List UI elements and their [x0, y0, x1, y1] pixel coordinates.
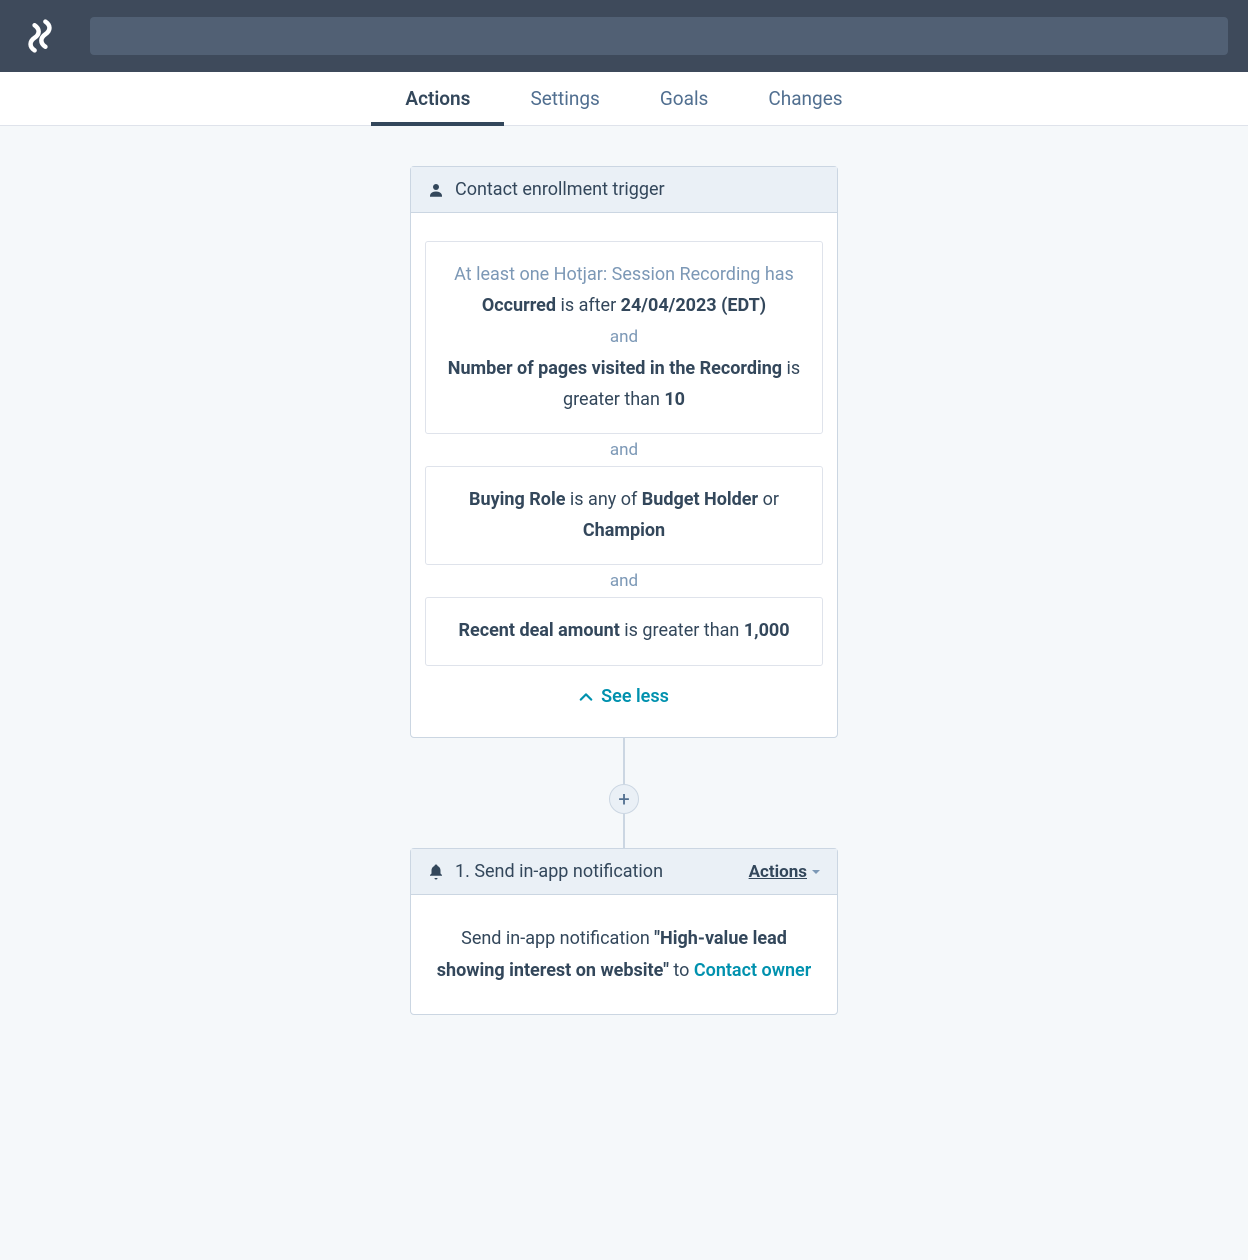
action-card-body: Send in-app notification "High-value lea…	[411, 895, 837, 1014]
action-body-to: to	[669, 960, 694, 981]
criteria-op-4: is greater than	[620, 620, 744, 641]
bell-icon	[427, 863, 445, 881]
criteria-outer-and-2: and	[425, 565, 823, 597]
criteria-line-2: Number of pages visited in the Recording…	[442, 354, 806, 415]
app-logo-icon	[20, 16, 60, 56]
search-input[interactable]	[90, 17, 1228, 55]
action-card-header: 1. Send in-app notification Actions	[411, 849, 837, 895]
action-card-1[interactable]: 1. Send in-app notification Actions Send…	[410, 848, 838, 1015]
trigger-card-body: At least one Hotjar: Session Recording h…	[411, 213, 837, 737]
criteria-intro: At least one Hotjar: Session Recording h…	[442, 260, 806, 291]
criteria-op-1: is after	[556, 295, 621, 316]
trigger-card-header: Contact enrollment trigger	[411, 167, 837, 213]
enrollment-trigger-card[interactable]: Contact enrollment trigger At least one …	[410, 166, 838, 738]
tab-settings[interactable]: Settings	[530, 72, 599, 125]
action-title: 1. Send in-app notification	[455, 861, 663, 882]
tab-goals[interactable]: Goals	[660, 72, 709, 125]
action-menu-button[interactable]: Actions	[749, 862, 821, 882]
tab-changes[interactable]: Changes	[768, 72, 842, 125]
criteria-condition-4[interactable]: Recent deal amount is greater than 1,000	[425, 597, 823, 666]
criteria-prop-2: Number of pages visited in the Recording	[448, 358, 782, 379]
connector: +	[609, 738, 639, 848]
criteria-op-3: is any of	[565, 489, 641, 510]
tab-actions[interactable]: Actions	[405, 72, 470, 125]
criteria-outer-and-1: and	[425, 434, 823, 466]
topbar	[0, 0, 1248, 72]
criteria-inner-and: and	[442, 321, 806, 354]
criteria-val-1: 24/04/2023 (EDT)	[621, 295, 766, 316]
add-action-button[interactable]: +	[609, 784, 639, 814]
plus-icon: +	[618, 789, 629, 809]
contact-owner-link[interactable]: Contact owner	[694, 960, 811, 981]
criteria-val-3a: Budget Holder	[642, 489, 758, 510]
criteria-val-4: 1,000	[744, 620, 790, 641]
criteria-group: At least one Hotjar: Session Recording h…	[425, 241, 823, 666]
workflow-canvas: Contact enrollment trigger At least one …	[0, 126, 1248, 1075]
connector-line-top	[623, 738, 625, 784]
criteria-line-3: Buying Role is any of Budget Holder or C…	[442, 485, 806, 546]
criteria-val-3b: Champion	[583, 520, 665, 541]
contact-icon	[427, 181, 445, 199]
criteria-condition-1: At least one Hotjar: Session Recording h…	[426, 242, 822, 433]
action-body-pre: Send in-app notification	[461, 928, 654, 949]
caret-down-icon	[811, 867, 821, 877]
criteria-prop-3: Buying Role	[469, 489, 565, 510]
connector-line-bottom	[623, 814, 625, 848]
trigger-title: Contact enrollment trigger	[455, 179, 665, 200]
chevron-up-icon	[579, 690, 593, 704]
criteria-or-3: or	[758, 489, 779, 510]
criteria-line-4: Recent deal amount is greater than 1,000	[442, 616, 806, 647]
criteria-prop-4: Recent deal amount	[458, 620, 619, 641]
tabbar: Actions Settings Goals Changes	[0, 72, 1248, 126]
see-less-label: See less	[601, 686, 669, 707]
criteria-subgroup-1[interactable]: At least one Hotjar: Session Recording h…	[425, 241, 823, 434]
see-less-toggle[interactable]: See less	[425, 686, 823, 707]
criteria-val-2: 10	[664, 389, 685, 410]
action-menu-label: Actions	[749, 862, 807, 882]
criteria-line-1: Occurred is after 24/04/2023 (EDT)	[442, 291, 806, 322]
criteria-condition-3[interactable]: Buying Role is any of Budget Holder or C…	[425, 466, 823, 565]
criteria-prop-1: Occurred	[482, 295, 556, 316]
